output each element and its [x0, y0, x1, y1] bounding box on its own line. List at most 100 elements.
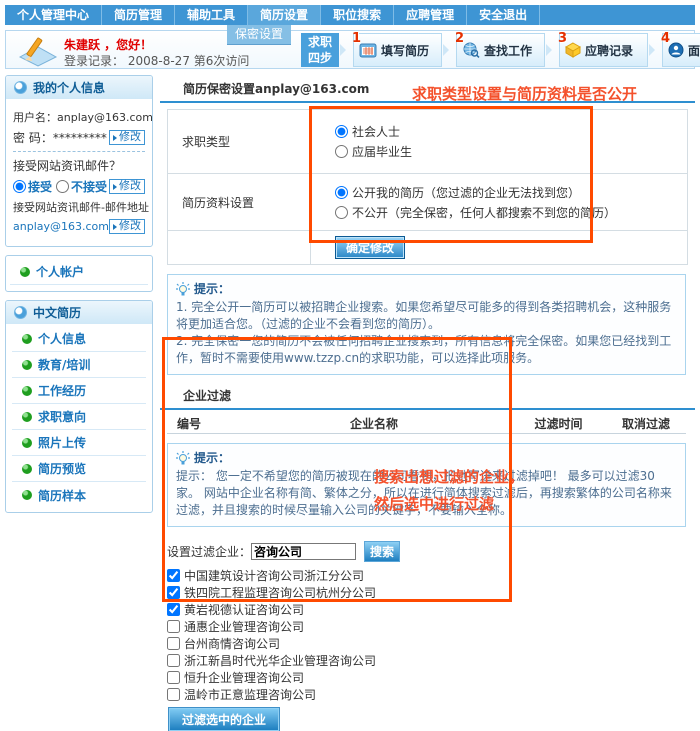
company-row: 恒升企业管理咨询公司: [167, 669, 695, 685]
company-checkbox[interactable]: [167, 586, 180, 599]
filter-table-header: 编号 企业名称 过滤时间 取消过滤: [167, 413, 686, 434]
tip-title: 提示：: [194, 449, 230, 466]
privacy-label: 简历资料设置: [168, 174, 311, 231]
green-dot-icon: [22, 464, 32, 474]
person-circle-icon: [668, 42, 684, 58]
blue-dot-icon: [14, 81, 27, 94]
password-label: 密 码：: [13, 129, 53, 146]
public-radio[interactable]: [335, 186, 348, 199]
login-record-value: 2008-8-27 第6次访问: [128, 54, 250, 68]
green-dot-icon: [22, 334, 32, 344]
step-find-job[interactable]: 2 查找工作: [456, 33, 545, 67]
green-dot-icon: [22, 412, 32, 422]
graduate-label: 应届毕业生: [352, 143, 412, 160]
company-row: 通惠企业管理咨询公司: [167, 618, 695, 634]
filter-search-label: 设置过滤企业：: [167, 543, 251, 560]
chevron-right-icon: [546, 44, 552, 56]
step-number: 4: [661, 31, 670, 46]
privacy-option-private: 不公开（完全保密，任何人都搜索不到您的简历）: [335, 202, 687, 222]
modify-label: 修改: [119, 131, 141, 144]
sidebar-item-job-intention[interactable]: 求职意向: [12, 404, 146, 430]
private-radio[interactable]: [335, 206, 348, 219]
arrow-right-icon: [113, 184, 117, 190]
private-label: 不公开（完全保密，任何人都搜索不到您的简历）: [352, 204, 616, 221]
username-row: 用户名：anplay@163.com: [13, 109, 145, 125]
society-radio[interactable]: [335, 125, 348, 138]
jobtype-option-society: 社会人士: [335, 122, 687, 142]
sidebar-account-box: 个人帐户: [5, 255, 153, 292]
sidebar-item-work-experience[interactable]: 工作经历: [12, 378, 146, 404]
green-dot-icon: [22, 438, 32, 448]
mail-accept-row: 接受 不接受 修改: [13, 178, 145, 195]
submenu-privacy-settings[interactable]: 保密设置: [227, 25, 291, 44]
section-underline: [160, 408, 695, 410]
step-fill-resume[interactable]: 1 填写简历: [353, 33, 442, 67]
company-checkbox[interactable]: [167, 569, 180, 582]
filter-search-input[interactable]: [251, 543, 356, 560]
modify-mail-addr-button[interactable]: 修改: [109, 219, 145, 234]
company-checkbox[interactable]: [167, 620, 180, 633]
mail-addr-label: 接受网站资讯邮件-邮件地址: [13, 199, 149, 215]
modify-label: 修改: [119, 180, 141, 193]
nav-tab-resume-manage[interactable]: 简历管理: [102, 5, 175, 25]
reject-radio[interactable]: [56, 180, 69, 193]
company-checkbox[interactable]: [167, 654, 180, 667]
jobtype-label: 求职类型: [168, 110, 311, 174]
graduate-radio[interactable]: [335, 145, 348, 158]
modify-label: 修改: [119, 220, 141, 233]
table-row: 简历资料设置 公开我的简历（您过滤的企业无法找到您） 不公开（完全保密，任何人都…: [168, 174, 688, 231]
nav-tab-job-search[interactable]: 职位搜索: [321, 5, 394, 25]
privacy-settings-table: 求职类型 社会人士 应届毕业生 简历资料设置 公开我的简历（您过滤的企业无法找到…: [167, 109, 688, 265]
lightbulb-icon: [176, 282, 190, 296]
step-label: 查找工作: [484, 42, 532, 59]
job-steps-title: 求职 四步: [301, 33, 339, 67]
mail-question-row: 接受网站资讯邮件？: [13, 157, 145, 174]
top-nav: 个人管理中心 简历管理 辅助工具 简历设置 职位搜索 应聘管理 安全退出: [5, 5, 695, 25]
username-value: anplay@163.com: [57, 111, 153, 124]
company-checkbox[interactable]: [167, 637, 180, 650]
login-record: 登录记录： 2008-8-27 第6次访问: [64, 52, 249, 69]
sidebar-item-personal-info[interactable]: 个人信息: [12, 326, 146, 352]
sidebar-item-label: 照片上传: [38, 434, 86, 451]
company-checkbox[interactable]: [167, 671, 180, 684]
company-name: 通惠企业管理咨询公司: [184, 618, 304, 635]
sidebar-item-personal-account[interactable]: 个人帐户: [10, 259, 148, 285]
main-content: 简历保密设置anplay@163.com 求职类型 社会人士 应届毕业生 简历资…: [160, 80, 695, 731]
privacy-option-public: 公开我的简历（您过滤的企业无法找到您）: [335, 182, 687, 202]
title-underline: [160, 101, 695, 103]
green-dot-icon: [22, 360, 32, 370]
sidebar-item-resume-preview[interactable]: 简历预览: [12, 456, 146, 482]
column-header-filter-time: 过滤时间: [511, 415, 606, 432]
sidebar-item-resume-sample[interactable]: 简历样本: [12, 482, 146, 508]
sidebar-chinese-resume-header: 中文简历: [6, 301, 152, 324]
sidebar-item-education[interactable]: 教育/培训: [12, 352, 146, 378]
search-button[interactable]: 搜索: [364, 541, 400, 562]
company-checkbox[interactable]: [167, 688, 180, 701]
modify-mail-accept-button[interactable]: 修改: [109, 179, 145, 194]
nav-tab-personal-center[interactable]: 个人管理中心: [5, 5, 102, 25]
mail-addr-row: anplay@163.com 修改: [13, 219, 145, 234]
sidebar-personal-info-box: 我的个人信息 用户名：anplay@163.com 密 码：********* …: [5, 75, 153, 247]
sidebar-item-label: 个人信息: [38, 330, 86, 347]
sidebar-item-label: 教育/培训: [38, 356, 90, 373]
confirm-modify-button[interactable]: 确定修改: [335, 236, 405, 259]
company-row: 铁四院工程监理咨询公司杭州分公司: [167, 584, 695, 600]
mail-question: 接受网站资讯邮件？: [13, 157, 121, 174]
accept-radio[interactable]: [13, 180, 26, 193]
company-name: 黄岩视德认证咨询公司: [184, 601, 304, 618]
nav-tab-resume-settings[interactable]: 简历设置: [248, 5, 321, 25]
step-label: 填写简历: [381, 42, 429, 59]
nav-tab-apply-manage[interactable]: 应聘管理: [394, 5, 467, 25]
sidebar-item-label: 求职意向: [38, 408, 86, 425]
step-interview-chances[interactable]: 4 面试机会: [662, 33, 700, 67]
company-row: 中国建筑设计咨询公司浙江分公司: [167, 567, 695, 583]
nav-tab-tools[interactable]: 辅助工具: [175, 5, 248, 25]
step-number: 3: [558, 31, 567, 46]
modify-password-button[interactable]: 修改: [109, 130, 145, 145]
sidebar-item-photo-upload[interactable]: 照片上传: [12, 430, 146, 456]
step-apply-records[interactable]: 3 应聘记录: [559, 33, 648, 67]
filter-selected-button[interactable]: 过滤选中的企业: [169, 708, 279, 731]
nav-tab-logout[interactable]: 安全退出: [467, 5, 540, 25]
divider: [13, 151, 145, 152]
accept-label: 接受: [28, 178, 52, 195]
